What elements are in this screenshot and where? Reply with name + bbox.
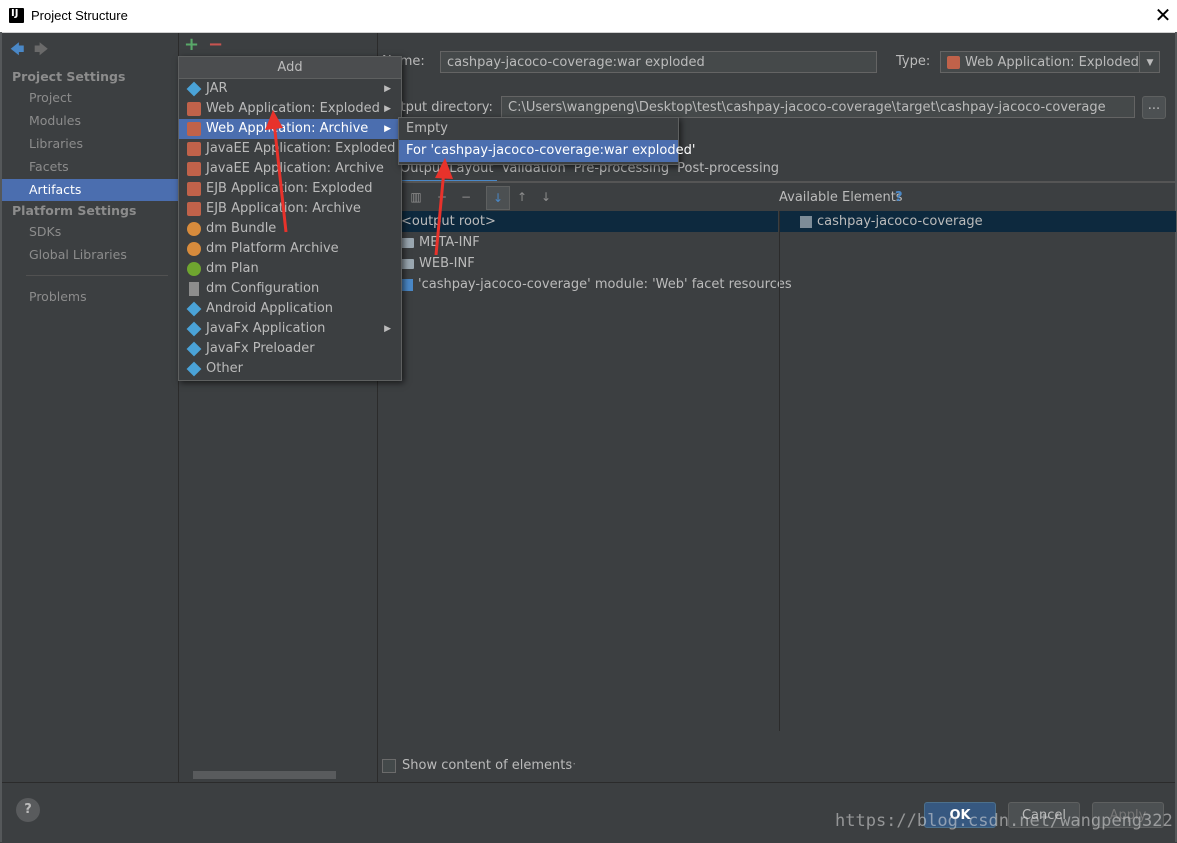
- help-button[interactable]: ?: [16, 798, 40, 822]
- annotation-arrow: [265, 110, 288, 233]
- annotation-arrow: [434, 158, 453, 256]
- watermark: https://blog.csdn.net/wangpeng322: [835, 811, 1173, 831]
- annotation-arrows: [265, 110, 453, 256]
